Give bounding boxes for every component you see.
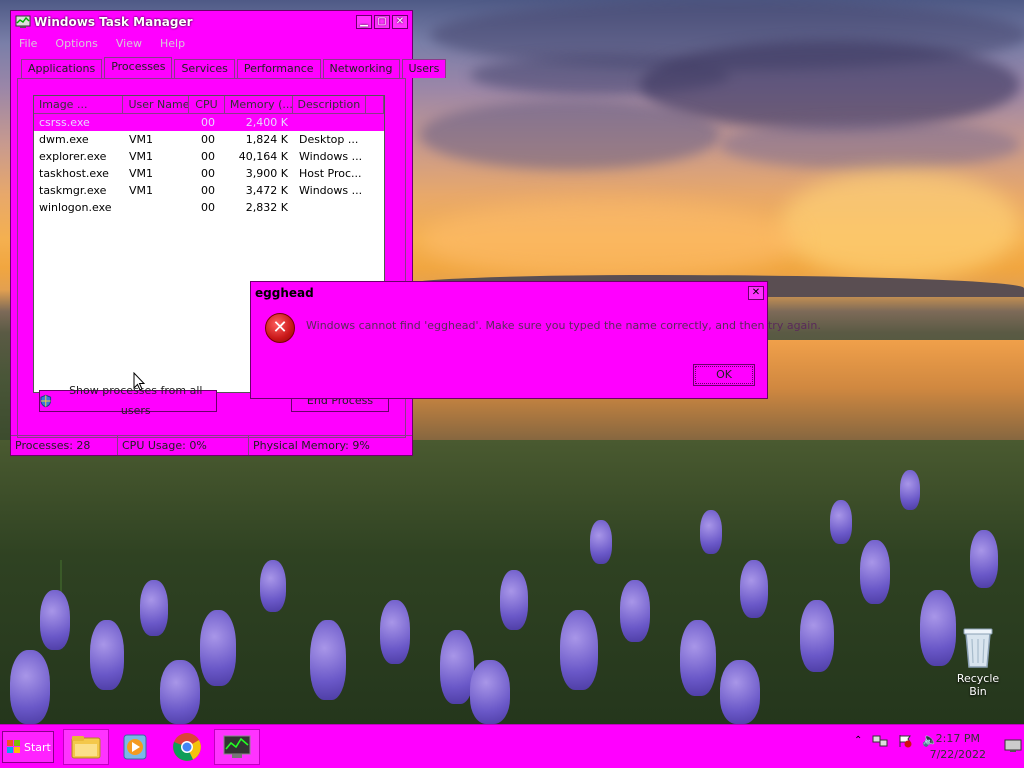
column-spacer (366, 96, 384, 113)
tray-expand-icon[interactable]: ⌃ (854, 735, 862, 746)
minimize-button[interactable]: ▁ (356, 15, 372, 29)
taskbar-explorer[interactable] (63, 729, 109, 765)
column-memory[interactable]: Memory (... (225, 96, 293, 113)
tab-strip: Applications Processes Services Performa… (21, 57, 447, 79)
cell-memory: 3,900 K (245, 167, 288, 180)
error-dialog: egghead ✕ ✕ Windows cannot find 'egghead… (250, 281, 821, 399)
mouse-cursor-icon (133, 372, 145, 391)
task-manager-icon (15, 15, 31, 28)
cell-image: dwm.exe (39, 133, 89, 146)
tab-services[interactable]: Services (174, 59, 235, 78)
clock[interactable]: 2:17 PM 7/22/2022 (930, 731, 986, 763)
cell-memory: 40,164 K (238, 150, 288, 163)
cell-memory: 1,824 K (245, 133, 288, 146)
cell-description: Windows ... (299, 184, 363, 197)
action-center-flag-icon[interactable] (898, 734, 912, 748)
cell-user: VM1 (129, 150, 154, 163)
menu-bar: File Options View Help (11, 33, 412, 53)
maximize-button[interactable]: ▢ (374, 15, 390, 29)
task-manager-icon (223, 735, 251, 758)
ok-button[interactable]: OK (693, 364, 755, 386)
clock-time: 2:17 PM (935, 732, 980, 745)
cell-user: VM1 (129, 184, 154, 197)
cell-memory: 2,400 K (245, 116, 288, 129)
windows-logo-icon (7, 740, 20, 753)
cell-description: Windows ... (299, 150, 363, 163)
status-cpu-usage: CPU Usage: 0% (118, 436, 249, 455)
taskbar-media-player[interactable] (112, 729, 158, 765)
taskbar-task-manager[interactable] (214, 729, 260, 765)
tab-applications[interactable]: Applications (21, 59, 103, 78)
recycle-bin-icon (963, 628, 993, 668)
cell-cpu: 00 (201, 150, 215, 163)
column-user-name[interactable]: User Name (123, 96, 190, 113)
cell-cpu: 00 (201, 133, 215, 146)
table-row[interactable]: taskmgr.exe VM1 00 3,472 K Windows ... (34, 182, 384, 199)
recycle-bin-label: Recycle Bin (956, 672, 1000, 698)
column-cpu[interactable]: CPU (189, 96, 225, 113)
cell-user (124, 199, 190, 216)
chrome-icon (173, 733, 201, 761)
process-list-header: Image ... User Name CPU Memory (... Desc… (34, 96, 384, 114)
menu-options[interactable]: Options (55, 37, 97, 50)
cell-memory: 2,832 K (245, 201, 288, 214)
dialog-close-button[interactable]: ✕ (748, 286, 764, 300)
tab-networking[interactable]: Networking (322, 59, 400, 78)
folder-icon (71, 736, 101, 759)
error-dialog-title: egghead (255, 286, 314, 300)
cell-description (294, 114, 368, 131)
show-all-processes-button[interactable]: Show processes from all users (39, 384, 217, 417)
cell-image: csrss.exe (39, 116, 90, 129)
cell-memory: 3,472 K (245, 184, 288, 197)
show-desktop-icon[interactable] (1004, 739, 1022, 753)
menu-view[interactable]: View (116, 37, 142, 50)
cell-image: taskhost.exe (39, 167, 109, 180)
taskbar: Start ⌃ 🔈 2:17 PM 7/22/2022 (0, 724, 1024, 768)
menu-help[interactable]: Help (160, 37, 185, 50)
clock-date: 7/22/2022 (929, 748, 986, 761)
column-image-name[interactable]: Image ... (34, 96, 124, 113)
cell-description: Desktop ... (299, 133, 359, 146)
cell-image: taskmgr.exe (39, 184, 107, 197)
task-manager-titlebar[interactable]: Windows Task Manager ▁ ▢ ✕ (11, 11, 412, 33)
cell-image: winlogon.exe (39, 201, 112, 214)
start-label: Start (24, 740, 51, 754)
cell-user: VM1 (129, 167, 154, 180)
table-row[interactable]: dwm.exe VM1 00 1,824 K Desktop ... (34, 131, 384, 148)
cell-cpu: 00 (201, 116, 215, 129)
cell-cpu: 00 (201, 167, 215, 180)
shield-icon (40, 394, 52, 408)
cell-description (294, 199, 368, 216)
error-dialog-titlebar[interactable]: egghead ✕ (251, 282, 767, 304)
network-icon[interactable] (872, 734, 888, 748)
media-player-icon (123, 734, 147, 760)
cell-cpu: 00 (201, 201, 215, 214)
task-manager-title: Windows Task Manager (34, 15, 193, 29)
status-bar: Processes: 28 CPU Usage: 0% Physical Mem… (11, 435, 412, 455)
table-row[interactable]: taskhost.exe VM1 00 3,900 K Host Proc... (34, 165, 384, 182)
recycle-bin-shortcut[interactable]: Recycle Bin (948, 625, 1008, 698)
tab-users[interactable]: Users (401, 59, 447, 78)
error-message: Windows cannot find 'egghead'. Make sure… (306, 319, 821, 332)
close-button[interactable]: ✕ (392, 15, 408, 29)
table-row[interactable]: winlogon.exe 00 2,832 K (34, 199, 384, 216)
table-row[interactable]: csrss.exe 00 2,400 K (34, 114, 384, 131)
table-row[interactable]: explorer.exe VM1 00 40,164 K Windows ... (34, 148, 384, 165)
cell-description: Host Proc... (299, 167, 362, 180)
error-icon: ✕ (265, 313, 295, 343)
column-description[interactable]: Description (293, 96, 367, 113)
system-tray: ⌃ 🔈 (854, 733, 939, 748)
status-processes: Processes: 28 (11, 436, 118, 455)
start-button[interactable]: Start (2, 731, 54, 763)
cell-image: explorer.exe (39, 150, 107, 163)
tab-processes[interactable]: Processes (104, 57, 173, 78)
status-physical-memory: Physical Memory: 9% (253, 439, 370, 452)
menu-file[interactable]: File (19, 37, 37, 50)
cell-cpu: 00 (201, 184, 215, 197)
cell-user (124, 114, 190, 131)
taskbar-chrome[interactable] (164, 729, 210, 765)
tab-performance[interactable]: Performance (236, 59, 321, 78)
cell-user: VM1 (129, 133, 154, 146)
